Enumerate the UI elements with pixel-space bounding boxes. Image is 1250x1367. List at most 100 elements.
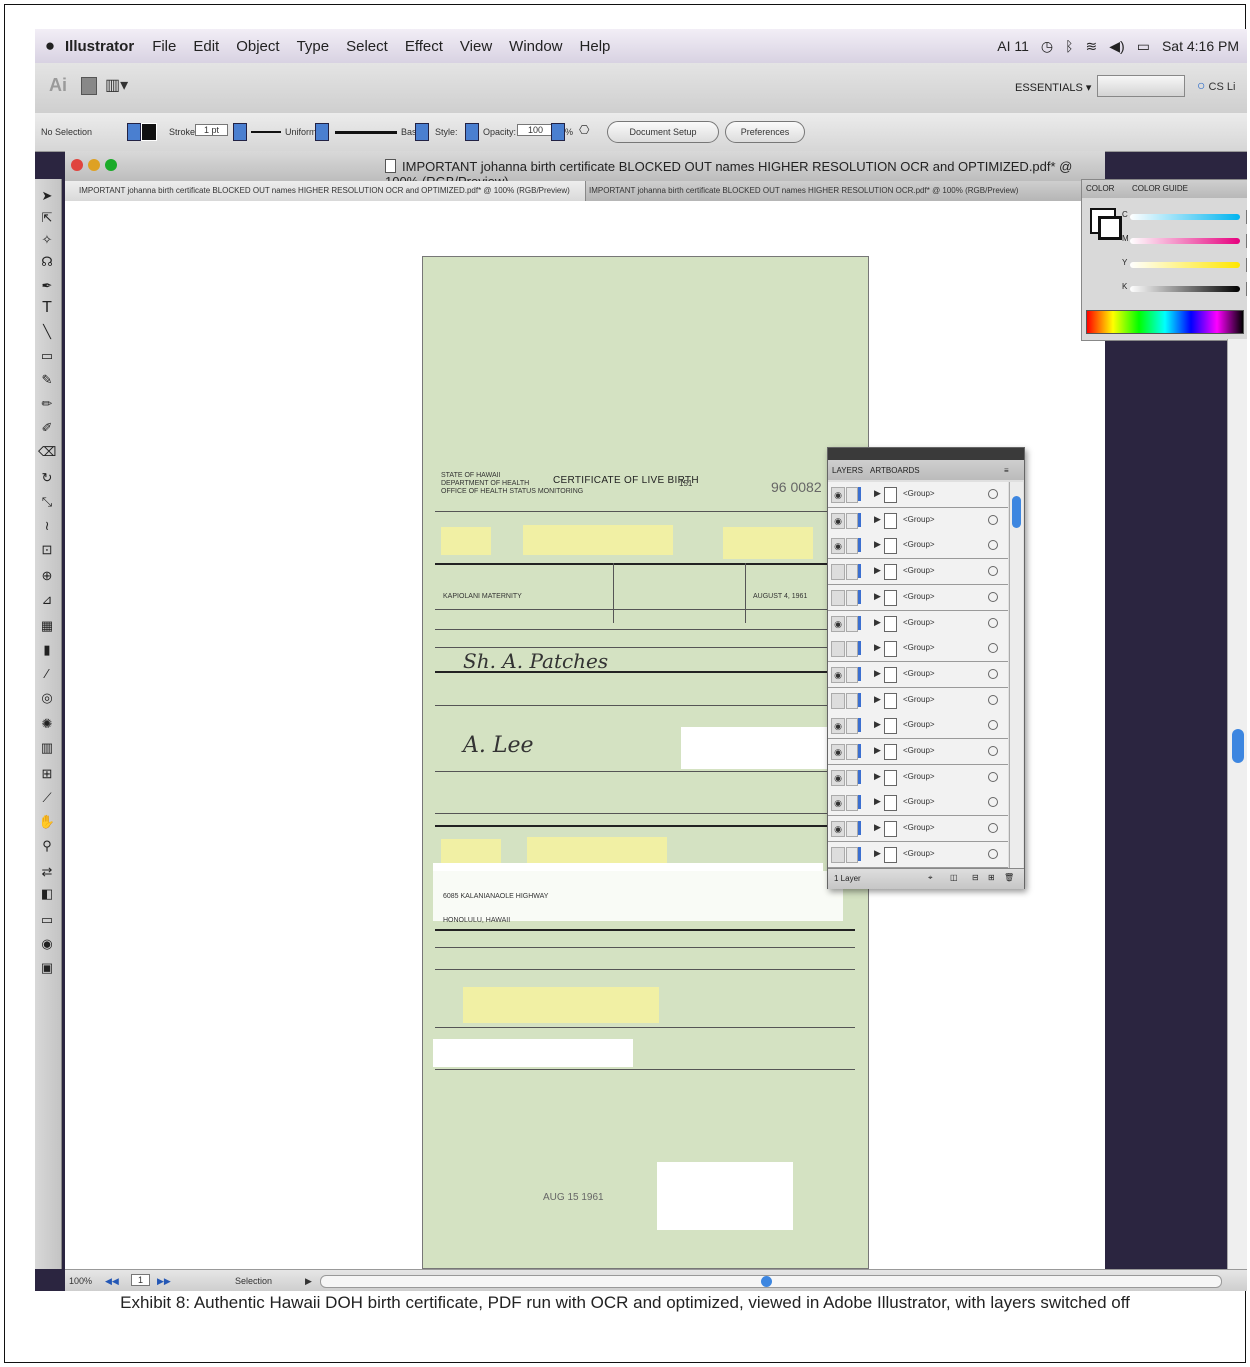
expand-triangle-icon[interactable]: ▶ [874, 539, 881, 550]
target-icon[interactable] [988, 643, 998, 654]
type-tool-icon[interactable]: T [38, 299, 56, 317]
visibility-toggle-icon[interactable]: ◉ [831, 512, 845, 529]
layer-row[interactable]: ▶ <Group> [828, 584, 1008, 611]
layer-name[interactable]: <Group> [903, 669, 935, 678]
expand-triangle-icon[interactable]: ▶ [874, 565, 881, 576]
volume-icon[interactable]: ◀) [1109, 38, 1124, 55]
mesh-tool-icon[interactable]: ▦ [38, 617, 56, 635]
expand-triangle-icon[interactable]: ▶ [874, 668, 881, 679]
vertical-scroll-thumb[interactable] [1232, 729, 1244, 763]
target-icon[interactable] [988, 668, 998, 679]
blend-tool-icon[interactable]: ◎ [38, 689, 56, 707]
swap-fill-stroke-icon[interactable]: ⇄ [38, 863, 56, 881]
gradient-tool-icon[interactable]: ▮ [38, 641, 56, 659]
uniform-profile[interactable]: Uniform [285, 127, 317, 137]
status-indicator[interactable]: AI 11 [997, 38, 1029, 54]
selection-tool-icon[interactable]: ➤ [38, 187, 56, 205]
layer-name[interactable]: <Group> [903, 720, 935, 729]
lock-toggle-icon[interactable] [846, 512, 858, 529]
layer-name[interactable]: <Group> [903, 695, 935, 704]
lock-toggle-icon[interactable] [846, 564, 858, 581]
rectangle-tool-icon[interactable]: ▭ [38, 347, 56, 365]
style-dropdown[interactable] [465, 123, 479, 141]
paintbrush-tool-icon[interactable]: ✎ [38, 371, 56, 389]
menu-app-name[interactable]: Illustrator [65, 38, 134, 55]
layer-row[interactable]: ◉ ▶ <Group> [828, 739, 1008, 765]
bluetooth-icon[interactable]: ᛒ [1065, 38, 1073, 54]
expand-triangle-icon[interactable]: ▶ [874, 796, 881, 807]
recolor-icon[interactable]: ⎔ [579, 123, 589, 137]
minimize-window-button[interactable] [88, 159, 100, 171]
tab-color[interactable]: COLOR [1086, 180, 1114, 198]
next-artboard-button[interactable]: ▶▶ [157, 1276, 171, 1287]
new-layer-icon[interactable]: ⊞ [988, 873, 995, 882]
stroke-weight-dropdown[interactable] [233, 123, 247, 141]
cs-live[interactable]: ○ CS Li [1197, 77, 1235, 93]
layer-name[interactable]: <Group> [903, 772, 935, 781]
visibility-toggle-icon[interactable] [831, 564, 845, 581]
visibility-toggle-icon[interactable] [831, 641, 845, 658]
line-tool-icon[interactable]: ╲ [38, 323, 56, 341]
tab-ocr-pdf[interactable]: IMPORTANT johanna birth certificate BLOC… [575, 181, 1109, 201]
lock-toggle-icon[interactable] [846, 769, 858, 786]
status-menu-arrow[interactable]: ▶ [305, 1276, 312, 1287]
lock-toggle-icon[interactable] [846, 666, 858, 683]
target-icon[interactable] [988, 746, 998, 756]
layer-name[interactable]: <Group> [903, 515, 935, 524]
eyedropper-tool-icon[interactable]: ⁄ [38, 665, 56, 683]
visibility-toggle-icon[interactable] [831, 846, 845, 863]
color-mode-icon[interactable]: ▭ [38, 911, 56, 929]
target-icon[interactable] [988, 848, 998, 859]
preferences-button[interactable]: Preferences [725, 121, 805, 143]
target-icon[interactable] [988, 591, 998, 602]
layer-row[interactable]: ▶ <Group> [828, 687, 1008, 714]
time-machine-icon[interactable]: ◷ [1041, 38, 1053, 55]
layer-name[interactable]: <Group> [903, 489, 935, 498]
layer-row[interactable]: ◉ ▶ <Group> [828, 661, 1008, 688]
layer-row[interactable]: ◉ ▶ <Group> [828, 790, 1008, 817]
direct-selection-tool-icon[interactable]: ⇱ [38, 209, 56, 227]
cyan-slider[interactable] [1130, 214, 1240, 220]
expand-triangle-icon[interactable]: ▶ [874, 719, 881, 730]
layer-row[interactable]: ◉ ▶ <Group> [828, 533, 1008, 560]
make-clipping-mask-icon[interactable]: ◫ [950, 873, 958, 882]
warp-tool-icon[interactable]: ≀ [38, 517, 56, 535]
lock-toggle-icon[interactable] [846, 692, 858, 709]
layer-name[interactable]: <Group> [903, 592, 935, 601]
birth-certificate-scan[interactable]: STATE OF HAWAII DEPARTMENT OF HEALTH OFF… [422, 256, 869, 1269]
opacity-dropdown[interactable] [551, 123, 565, 141]
layer-row[interactable]: ◉ ▶ <Group> [828, 764, 1008, 791]
yellow-value[interactable]: 0 [1246, 258, 1247, 272]
visibility-toggle-icon[interactable]: ◉ [831, 718, 845, 735]
symbol-sprayer-tool-icon[interactable]: ✺ [38, 715, 56, 733]
draw-mode-icon[interactable]: ◉ [38, 935, 56, 953]
layer-row[interactable]: ▶ <Group> [828, 559, 1008, 586]
scale-tool-icon[interactable]: ⤡ [38, 493, 56, 511]
menu-file[interactable]: File [152, 38, 176, 55]
fill-stroke-icon[interactable]: ◧ [38, 885, 56, 903]
artboard-number-input[interactable]: 1 [131, 1274, 151, 1286]
clock[interactable]: Sat 4:16 PM [1162, 38, 1239, 54]
fill-dropdown[interactable] [127, 123, 141, 141]
expand-triangle-icon[interactable]: ▶ [874, 488, 881, 499]
apple-icon[interactable]: ● [35, 36, 65, 56]
target-icon[interactable] [988, 823, 998, 834]
wifi-icon[interactable]: ≋ [1086, 38, 1098, 55]
pen-tool-icon[interactable]: ✒ [38, 277, 56, 295]
layer-name[interactable]: <Group> [903, 823, 935, 832]
tab-color-guide[interactable]: COLOR GUIDE [1132, 180, 1188, 198]
layer-name[interactable]: <Group> [903, 566, 935, 575]
horizontal-scroll-thumb[interactable] [761, 1276, 772, 1287]
expand-triangle-icon[interactable]: ▶ [874, 745, 881, 756]
status-mode[interactable]: Selection [235, 1276, 272, 1286]
menu-edit[interactable]: Edit [193, 38, 219, 55]
target-icon[interactable] [988, 566, 998, 577]
eraser-tool-icon[interactable]: ⌫ [38, 443, 56, 461]
layer-row[interactable]: ◉ ▶ <Group> [828, 713, 1008, 740]
lock-toggle-icon[interactable] [846, 846, 858, 863]
target-icon[interactable] [988, 720, 998, 731]
new-sublayer-icon[interactable]: ⊟ [972, 873, 979, 882]
expand-triangle-icon[interactable]: ▶ [874, 591, 881, 602]
menu-type[interactable]: Type [297, 38, 330, 55]
layer-name[interactable]: <Group> [903, 643, 935, 652]
